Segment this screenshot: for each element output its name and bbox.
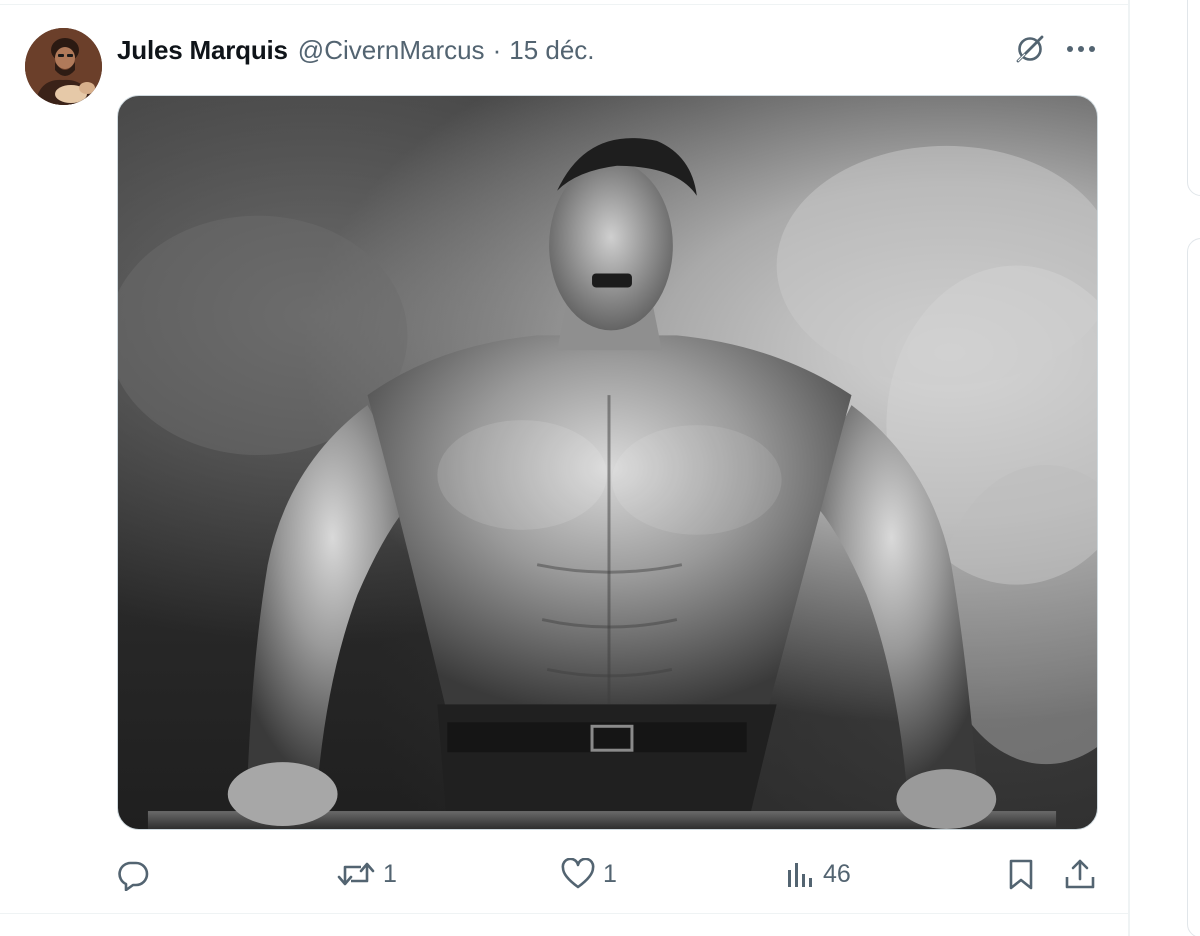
like-count: 1 — [603, 859, 617, 888]
timeline-column-border — [1128, 0, 1130, 936]
bookmark-button[interactable] — [1004, 850, 1038, 898]
views-button[interactable]: 46 — [785, 850, 851, 898]
grok-icon-glyph — [1016, 35, 1044, 63]
views-count: 46 — [823, 859, 851, 888]
views-chart-icon — [788, 863, 812, 887]
tweet-divider — [0, 913, 1128, 914]
retweet-icon — [337, 862, 375, 886]
retweet-button[interactable]: 1 — [337, 850, 397, 898]
share-button[interactable] — [1063, 850, 1097, 898]
photo-illustration — [118, 138, 1097, 829]
right-sidebar-card — [1187, 238, 1200, 936]
reply-icon — [118, 861, 149, 891]
tweet-date[interactable]: 15 déc. — [509, 30, 594, 70]
timeline-page: Jules Marquis @CivernMarcus · 15 déc. 1 … — [0, 0, 1200, 936]
tweet-actions: 1 1 46 — [0, 850, 1128, 898]
avatar[interactable] — [25, 28, 102, 105]
share-icon — [1065, 859, 1095, 889]
header-separator: · — [492, 35, 502, 65]
tweet-header: Jules Marquis @CivernMarcus · 15 déc. — [117, 30, 595, 70]
author-handle[interactable]: @CivernMarcus — [298, 30, 485, 70]
bookmark-icon — [1009, 859, 1033, 890]
reply-button[interactable] — [116, 850, 158, 898]
like-button[interactable]: 1 — [561, 850, 617, 898]
avatar-image — [25, 28, 102, 105]
heart-icon — [561, 858, 595, 889]
more-options-icon[interactable] — [1062, 30, 1100, 68]
grok-icon[interactable] — [1011, 30, 1049, 68]
more-dots-glyph — [1067, 46, 1095, 52]
top-divider — [0, 4, 1128, 5]
author-display-name[interactable]: Jules Marquis — [117, 30, 288, 70]
tweet-media-image[interactable] — [117, 95, 1098, 830]
retweet-count: 1 — [383, 859, 397, 888]
right-sidebar-card — [1187, 0, 1200, 196]
